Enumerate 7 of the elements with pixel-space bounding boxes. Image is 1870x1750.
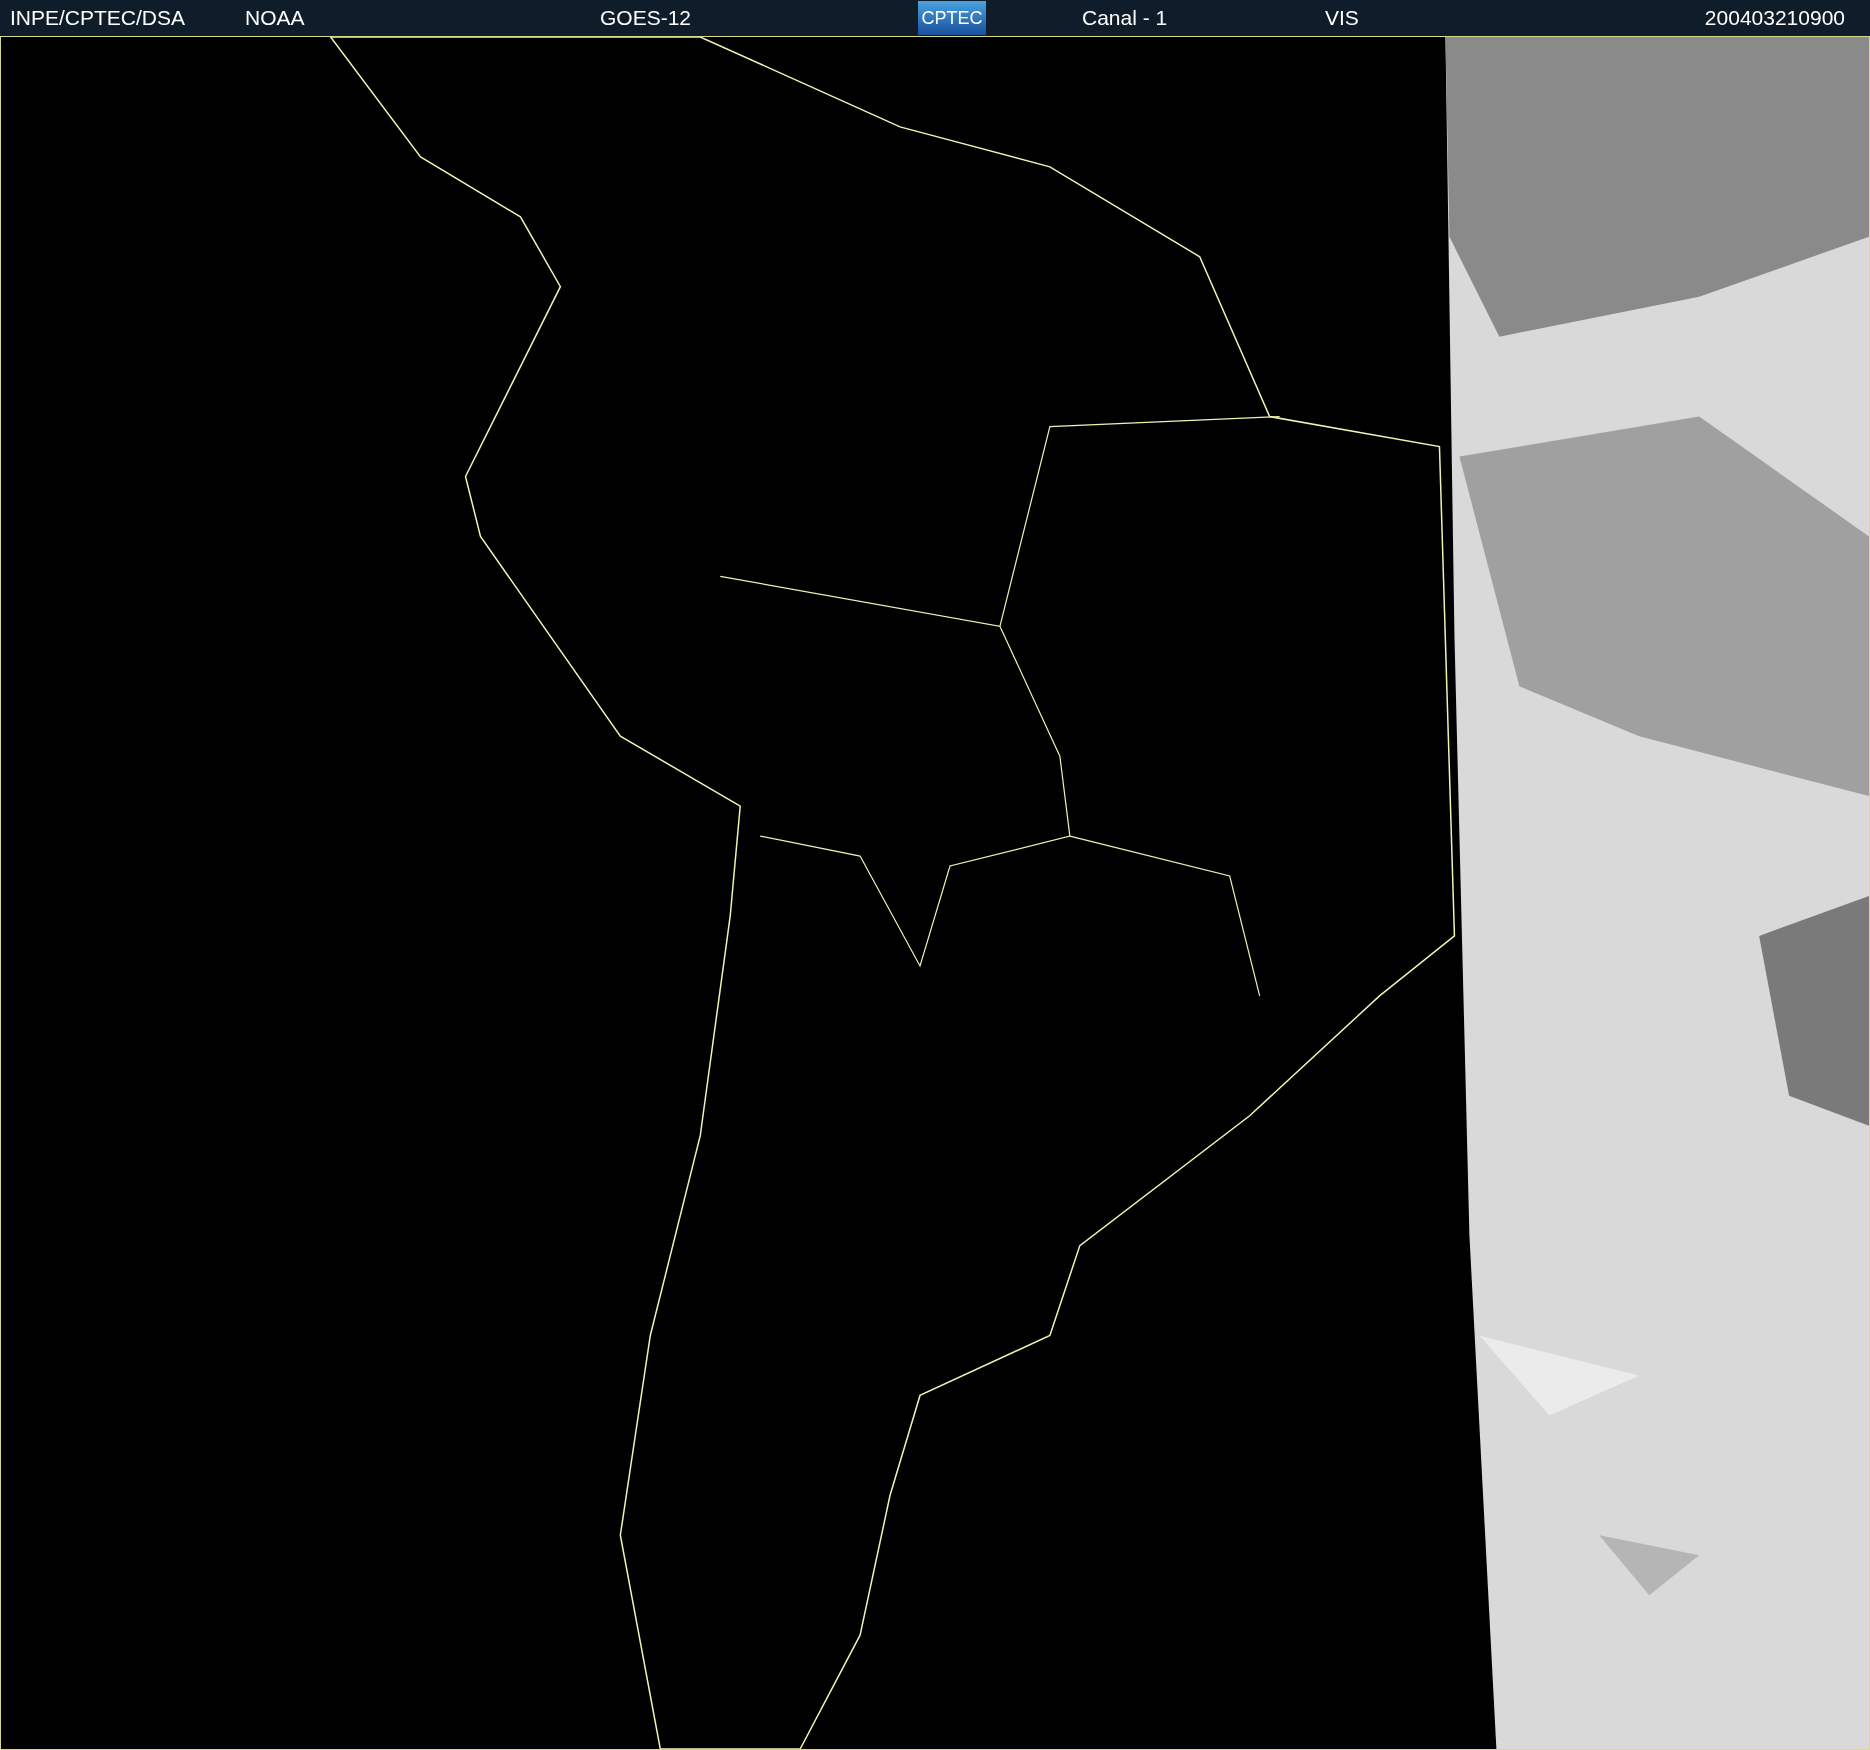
band-label: VIS <box>1325 5 1360 32</box>
satellite-label: GOES-12 <box>600 5 693 32</box>
agency-label: NOAA <box>245 5 306 32</box>
timestamp-label: 200403210900 <box>1704 5 1845 32</box>
channel-label: Canal - 1 <box>1082 5 1169 32</box>
logo: CPTEC <box>918 1 986 35</box>
source-label: INPE/CPTEC/DSA <box>10 5 187 32</box>
